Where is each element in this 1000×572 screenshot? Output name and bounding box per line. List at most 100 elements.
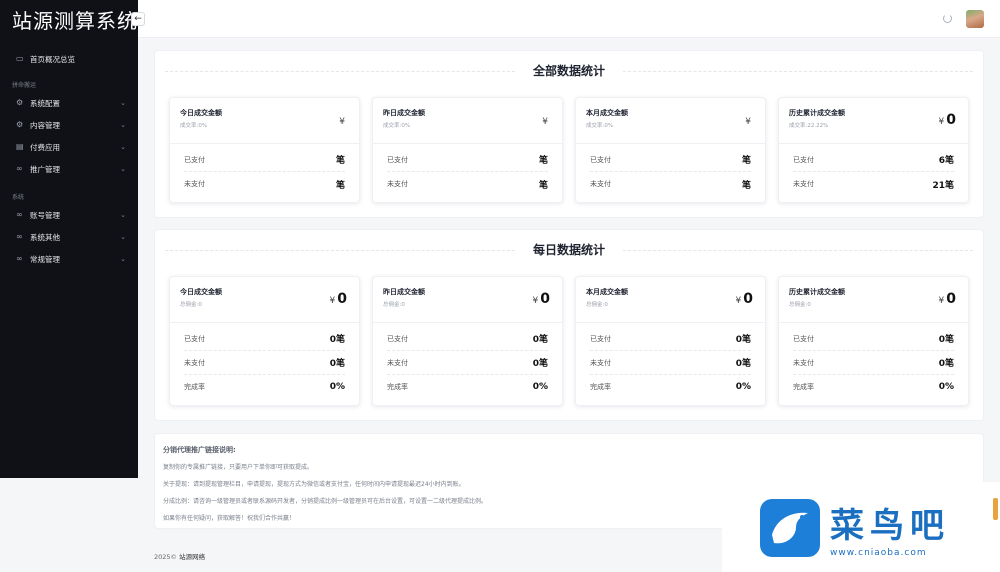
- row-label: 完成率: [793, 383, 814, 391]
- sidebar-item-label: 账号管理: [30, 210, 60, 220]
- row-label: 完成率: [590, 383, 611, 391]
- section-title: 全部数据统计: [155, 51, 983, 89]
- footer-brand-link[interactable]: 站源网络: [179, 553, 205, 561]
- avatar[interactable]: [966, 10, 984, 28]
- collapse-sidebar-button[interactable]: ←: [131, 12, 145, 26]
- card-subtitle: 总佣金:0: [180, 302, 202, 308]
- sidebar-item-label: 推广管理: [30, 164, 60, 174]
- stat-row: 已支付 笔: [590, 148, 751, 172]
- card-title: 今日成交金额: [180, 288, 222, 296]
- gear-icon: ⚙: [16, 120, 24, 129]
- sidebar-item-label: 付费应用: [30, 142, 60, 152]
- row-value: 0笔: [938, 335, 954, 345]
- card-amount: ¥: [339, 112, 347, 128]
- row-label: 未支付: [184, 180, 205, 188]
- sidebar-item-accounts[interactable]: ∞ 账号管理 ⌄: [0, 204, 138, 226]
- card-amount: ¥0: [533, 291, 550, 307]
- refresh-icon[interactable]: [943, 14, 952, 23]
- row-label: 已支付: [387, 334, 408, 343]
- row-label: 未支付: [387, 358, 408, 367]
- row-label: 已支付: [590, 334, 611, 343]
- sidebar-item-content[interactable]: ⚙ 内容管理 ⌄: [0, 114, 138, 136]
- row-value: 0笔: [329, 335, 345, 345]
- sidebar-item-label: 首页概况总览: [30, 54, 75, 64]
- card-title: 本月成交金额: [586, 109, 628, 117]
- chevron-down-icon: ⌄: [120, 165, 126, 173]
- stat-row: 已支付 0笔: [793, 327, 954, 351]
- row-value: 笔: [741, 156, 751, 166]
- sidebar-item-label: 常规管理: [30, 254, 60, 264]
- stat-row: 已支付 0笔: [387, 327, 548, 351]
- sidebar-group-label: 系统: [12, 193, 25, 201]
- row-value: 0笔: [532, 335, 548, 345]
- card-amount: ¥0: [939, 112, 956, 128]
- sidebar-item-system-config[interactable]: ⚙ 系统配置 ⌄: [0, 92, 138, 114]
- stat-row: 完成率 0%: [590, 375, 751, 399]
- row-label: 完成率: [387, 383, 408, 391]
- notes-title: 分销代理推广链接说明:: [163, 446, 236, 454]
- row-label: 未支付: [184, 358, 205, 367]
- section-title: 每日数据统计: [155, 230, 983, 268]
- link-icon: ∞: [16, 232, 23, 241]
- stat-row: 未支付 0笔: [387, 351, 548, 375]
- row-label: 已支付: [793, 155, 814, 164]
- sidebar-item-system-other[interactable]: ∞ 系统其他 ⌄: [0, 226, 138, 248]
- sidebar-item-general[interactable]: ∞ 常规管理 ⌄: [0, 248, 138, 270]
- card-subtitle: 成交率:0%: [586, 123, 614, 129]
- stat-card: 历史累计成交金额 总佣金:0 ¥0 已支付 0笔 未支付 0笔 完成率 0%: [778, 276, 969, 406]
- stat-row: 已支付 0笔: [590, 327, 751, 351]
- stat-card: 本月成交金额 总佣金:0 ¥0 已支付 0笔 未支付 0笔 完成率 0%: [575, 276, 766, 406]
- stat-row: 未支付 0笔: [184, 351, 345, 375]
- sidebar-item-paid-apps[interactable]: ▤ 付费应用 ⌄: [0, 136, 138, 158]
- card-amount: ¥: [745, 112, 753, 128]
- main-content: 全部数据统计 今日成交金额 成交率:0% ¥ 已支付笔 未支付笔 昨日成交金额 …: [154, 50, 984, 529]
- card-title: 昨日成交金额: [383, 288, 425, 296]
- row-value: 21笔: [932, 180, 954, 191]
- notes-line: 复制你的专属推广链接，只要用户下单你即可获取提成。: [163, 464, 314, 471]
- card-subtitle: 总佣金:0: [789, 302, 811, 308]
- sidebar-item-home[interactable]: ▭ 首页概况总览: [0, 48, 138, 70]
- bird-logo-icon: [760, 499, 820, 557]
- currency-symbol: ¥: [542, 117, 548, 127]
- card-title: 历史累计成交金额: [789, 288, 845, 296]
- daily-stats-panel: 每日数据统计 今日成交金额 总佣金:0 ¥0 已支付 0笔 未支付 0笔 完成率 0%…: [154, 229, 984, 421]
- currency-symbol: ¥: [745, 117, 751, 127]
- card-subtitle: 成交率:0%: [180, 123, 208, 129]
- monitor-icon: ▭: [16, 54, 24, 63]
- stat-row: 未支付 21笔: [793, 172, 954, 196]
- row-value: 0笔: [329, 359, 345, 369]
- all-stats-panel: 全部数据统计 今日成交金额 成交率:0% ¥ 已支付笔 未支付笔 昨日成交金额 …: [154, 50, 984, 218]
- stat-row: 未支付 0笔: [590, 351, 751, 375]
- app-title: 站源测算系统: [12, 8, 138, 33]
- row-label: 未支付: [793, 358, 814, 367]
- row-label: 未支付: [590, 180, 611, 188]
- row-value: 0笔: [938, 359, 954, 369]
- card-title: 本月成交金额: [586, 288, 628, 296]
- amount-value: 0: [743, 291, 753, 307]
- stat-row: 未支付 笔: [184, 172, 345, 196]
- amount-value: 0: [946, 112, 956, 128]
- card-amount: ¥: [542, 112, 550, 128]
- sidebar-item-promotion[interactable]: ∞ 推广管理 ⌄: [0, 158, 138, 180]
- currency-symbol: ¥: [735, 296, 742, 306]
- link-icon: ∞: [16, 254, 23, 263]
- row-value: 0%: [329, 382, 345, 392]
- chevron-down-icon: ⌄: [120, 99, 126, 107]
- stat-card: 昨日成交金额 总佣金:0 ¥0 已支付 0笔 未支付 0笔 完成率 0%: [372, 276, 563, 406]
- stat-card: 历史累计成交金额 成交率:22.22% ¥0 已支付 6笔 未支付 21笔: [778, 97, 969, 203]
- card-title: 昨日成交金额: [383, 109, 425, 117]
- row-value: 0笔: [532, 359, 548, 369]
- row-value: 0%: [938, 382, 954, 392]
- sidebar-item-label: 系统其他: [30, 232, 60, 242]
- chevron-down-icon: ⌄: [120, 233, 126, 241]
- stat-row: 已支付 笔: [184, 148, 345, 172]
- row-label: 未支付: [387, 180, 408, 188]
- card-title: 历史累计成交金额: [789, 109, 845, 117]
- card-amount: ¥0: [736, 291, 753, 307]
- row-value: 笔: [538, 180, 548, 191]
- watermark: 菜鸟吧 www.cniaoba.com: [722, 482, 1000, 572]
- row-value: 笔: [741, 180, 751, 191]
- row-value: 6笔: [938, 156, 954, 166]
- watermark-text: 菜鸟吧: [830, 506, 950, 546]
- stat-row: 未支付 笔: [590, 172, 751, 196]
